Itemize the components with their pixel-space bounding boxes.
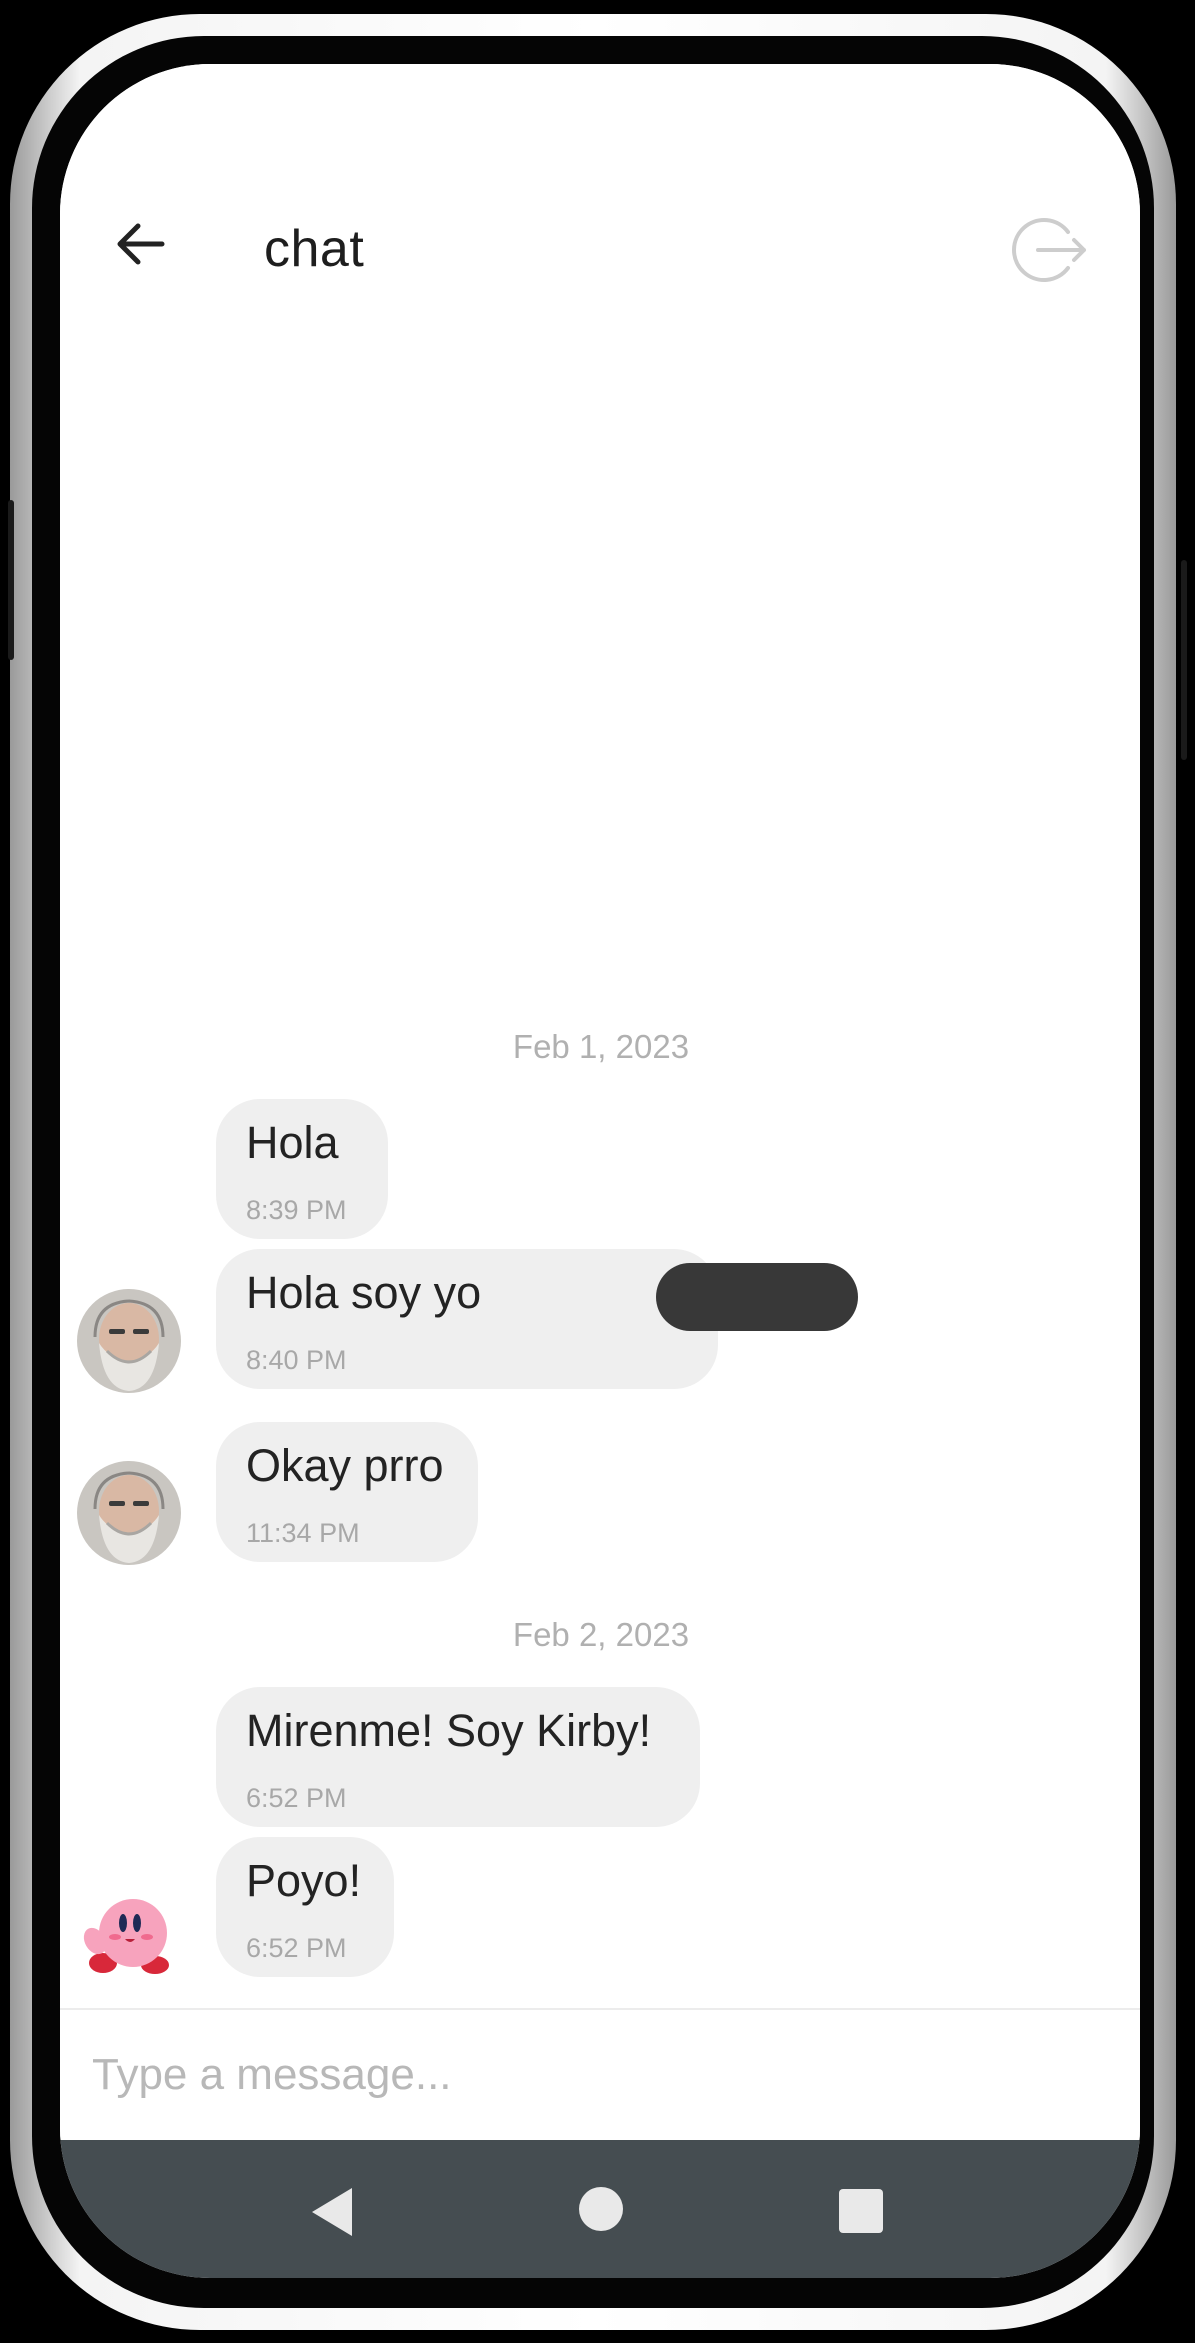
app-header: chat xyxy=(60,64,1140,334)
message-bubble[interactable]: Poyo! 6:52 PM xyxy=(216,1837,394,1977)
message-bubble[interactable]: Okay prro 11:34 PM xyxy=(216,1422,478,1562)
message-bubble[interactable]: Mirenme! Soy Kirby! 6:52 PM xyxy=(216,1687,700,1827)
avatar[interactable] xyxy=(77,1289,181,1393)
phone-screen: chat Feb 1, 2023 Hola 8:39 PM Hola soy y… xyxy=(60,64,1140,2278)
redaction-bar xyxy=(656,1263,858,1331)
message-time: 6:52 PM xyxy=(246,1783,347,1813)
message-composer xyxy=(60,2008,1140,2140)
bearded-man-avatar-icon xyxy=(77,1461,181,1565)
message-bubble[interactable]: Hola soy yo 8:40 PM xyxy=(216,1249,858,1389)
message-text: Hola xyxy=(246,1117,339,1168)
nav-home-icon[interactable] xyxy=(578,2186,624,2232)
power-button xyxy=(1181,560,1187,760)
message-time: 8:39 PM xyxy=(246,1195,347,1225)
date-separator: Feb 1, 2023 xyxy=(512,1028,690,1065)
arrow-left-icon[interactable] xyxy=(110,214,170,274)
volume-button xyxy=(8,500,14,660)
message-input[interactable] xyxy=(90,2032,1054,2118)
message-text: Okay prro xyxy=(246,1440,444,1491)
kirby-avatar-icon xyxy=(83,1899,169,1974)
message-text: Mirenme! Soy Kirby! xyxy=(246,1705,652,1756)
date-separator: Feb 2, 2023 xyxy=(512,1616,690,1653)
message-time: 8:40 PM xyxy=(246,1345,347,1375)
bearded-man-avatar-icon xyxy=(77,1289,181,1393)
message-bubble[interactable]: Hola 8:39 PM xyxy=(216,1099,388,1239)
page-title: chat xyxy=(264,220,365,278)
system-navigation-bar xyxy=(60,2140,1140,2278)
message-text: Poyo! xyxy=(246,1855,362,1906)
nav-back-icon[interactable] xyxy=(308,2186,356,2238)
message-time: 11:34 PM xyxy=(246,1518,360,1548)
avatar[interactable] xyxy=(77,1877,181,1981)
logout-icon[interactable] xyxy=(1010,210,1090,290)
message-text: Hola soy yo xyxy=(246,1267,482,1318)
message-time: 6:52 PM xyxy=(246,1933,347,1963)
avatar[interactable] xyxy=(77,1461,181,1565)
nav-recents-icon[interactable] xyxy=(838,2188,884,2234)
